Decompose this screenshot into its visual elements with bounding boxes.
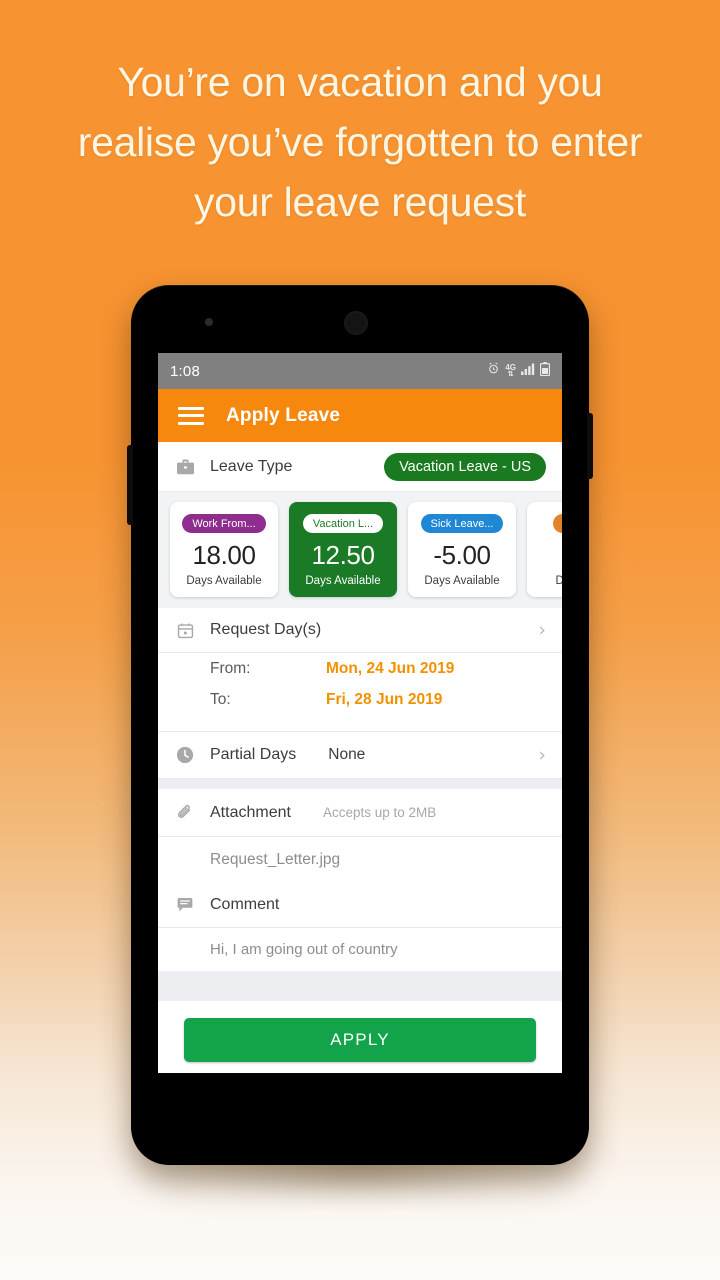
balance-card[interactable]: Work From... 18.00 Days Available [170, 502, 278, 597]
network-arrows-icon: ⇅ [507, 371, 514, 378]
leave-balance-carousel[interactable]: Work From... 18.00 Days Available Vacati… [158, 492, 562, 608]
phone-power-button[interactable] [587, 413, 593, 479]
front-camera-icon [344, 311, 368, 335]
balance-card-value: 18.00 [192, 540, 256, 570]
comment-input[interactable]: Hi, I am going out of country [158, 927, 562, 971]
from-label: From: [210, 660, 251, 677]
request-days-label: Request Day(s) [210, 621, 322, 638]
to-value[interactable]: Fri, 28 Jun 2019 [326, 691, 442, 709]
partial-days-value: None [328, 746, 366, 763]
partial-days-row[interactable]: Partial Days None › [158, 732, 562, 779]
balance-card-sublabel: Days Available [186, 575, 262, 587]
balance-card-value: -5.00 [433, 540, 491, 570]
phone-device-frame: 1:08 4G ⇅ Apply Leave Leave Type Vacatio… [127, 285, 593, 1165]
headline-line-2: realise you’ve forgotten to enter [77, 119, 643, 165]
chevron-right-icon: › [538, 618, 546, 641]
balance-card[interactable]: FMLA - 8.0 Days Avai [527, 502, 562, 597]
balance-card-sublabel: Days Available [305, 575, 381, 587]
network-4g-icon: 4G ⇅ [505, 364, 516, 379]
balance-card-value: 12.50 [311, 540, 375, 570]
comment-label: Comment [210, 895, 280, 913]
battery-icon [539, 361, 551, 381]
headline-line-1: You’re on vacation and you [117, 59, 603, 105]
balance-card[interactable]: Vacation L... 12.50 Days Available [289, 502, 397, 597]
leave-type-selected-badge[interactable]: Vacation Leave - US [384, 452, 546, 481]
briefcase-icon [174, 458, 196, 475]
balance-card-pill: Sick Leave... [420, 514, 504, 533]
attachment-file-name[interactable]: Request_Letter.jpg [158, 837, 562, 882]
proximity-sensor-icon [205, 318, 213, 326]
headline-line-3: your leave request [194, 179, 526, 225]
phone-screen: 1:08 4G ⇅ Apply Leave Leave Type Vacatio… [158, 353, 562, 1073]
balance-card-sublabel: Days Avai [555, 575, 562, 587]
balance-card[interactable]: Sick Leave... -5.00 Days Available [408, 502, 516, 597]
alarm-icon [487, 362, 500, 380]
partial-days-label: Partial Days [210, 746, 297, 763]
phone-volume-button[interactable] [127, 445, 133, 525]
attachment-row[interactable]: Attachment Accepts up to 2MB [158, 789, 562, 837]
balance-card-sublabel: Days Available [424, 575, 500, 587]
bottom-spacer-strip [158, 971, 562, 1001]
attachment-label: Attachment [210, 803, 291, 821]
leave-type-row[interactable]: Leave Type Vacation Leave - US [158, 442, 562, 492]
request-date-range: From: Mon, 24 Jun 2019 To: Fri, 28 Jun 2… [158, 653, 562, 732]
clock-icon [174, 746, 196, 764]
apply-button[interactable]: APPLY [184, 1018, 536, 1062]
page-title: Apply Leave [226, 404, 341, 426]
apply-button-container: APPLY [158, 1001, 562, 1073]
leave-type-label: Leave Type [210, 457, 293, 475]
section-divider-strip [158, 779, 562, 789]
signal-bars-icon [521, 362, 535, 380]
status-bar-time: 1:08 [170, 362, 200, 380]
balance-card-pill: FMLA - [553, 514, 562, 533]
to-label: To: [210, 691, 231, 708]
app-bar: Apply Leave [158, 389, 562, 442]
balance-card-pill: Work From... [182, 514, 266, 533]
chevron-right-icon: › [538, 743, 546, 766]
promo-headline: You’re on vacation and you realise you’v… [0, 52, 720, 232]
balance-card-pill: Vacation L... [302, 514, 384, 533]
request-date-to[interactable]: To: Fri, 28 Jun 2019 [174, 691, 546, 722]
from-value[interactable]: Mon, 24 Jun 2019 [326, 660, 454, 678]
attachment-hint: Accepts up to 2MB [322, 805, 437, 820]
comment-icon [174, 896, 196, 913]
status-bar: 1:08 4G ⇅ [158, 353, 562, 389]
hamburger-menu-icon[interactable] [178, 406, 204, 425]
status-bar-icons: 4G ⇅ [487, 361, 551, 381]
comment-row: Comment [158, 882, 562, 927]
calendar-icon [174, 622, 196, 639]
request-days-row[interactable]: Request Day(s) › [158, 608, 562, 653]
paperclip-icon [174, 804, 196, 822]
request-date-from[interactable]: From: Mon, 24 Jun 2019 [174, 660, 546, 691]
